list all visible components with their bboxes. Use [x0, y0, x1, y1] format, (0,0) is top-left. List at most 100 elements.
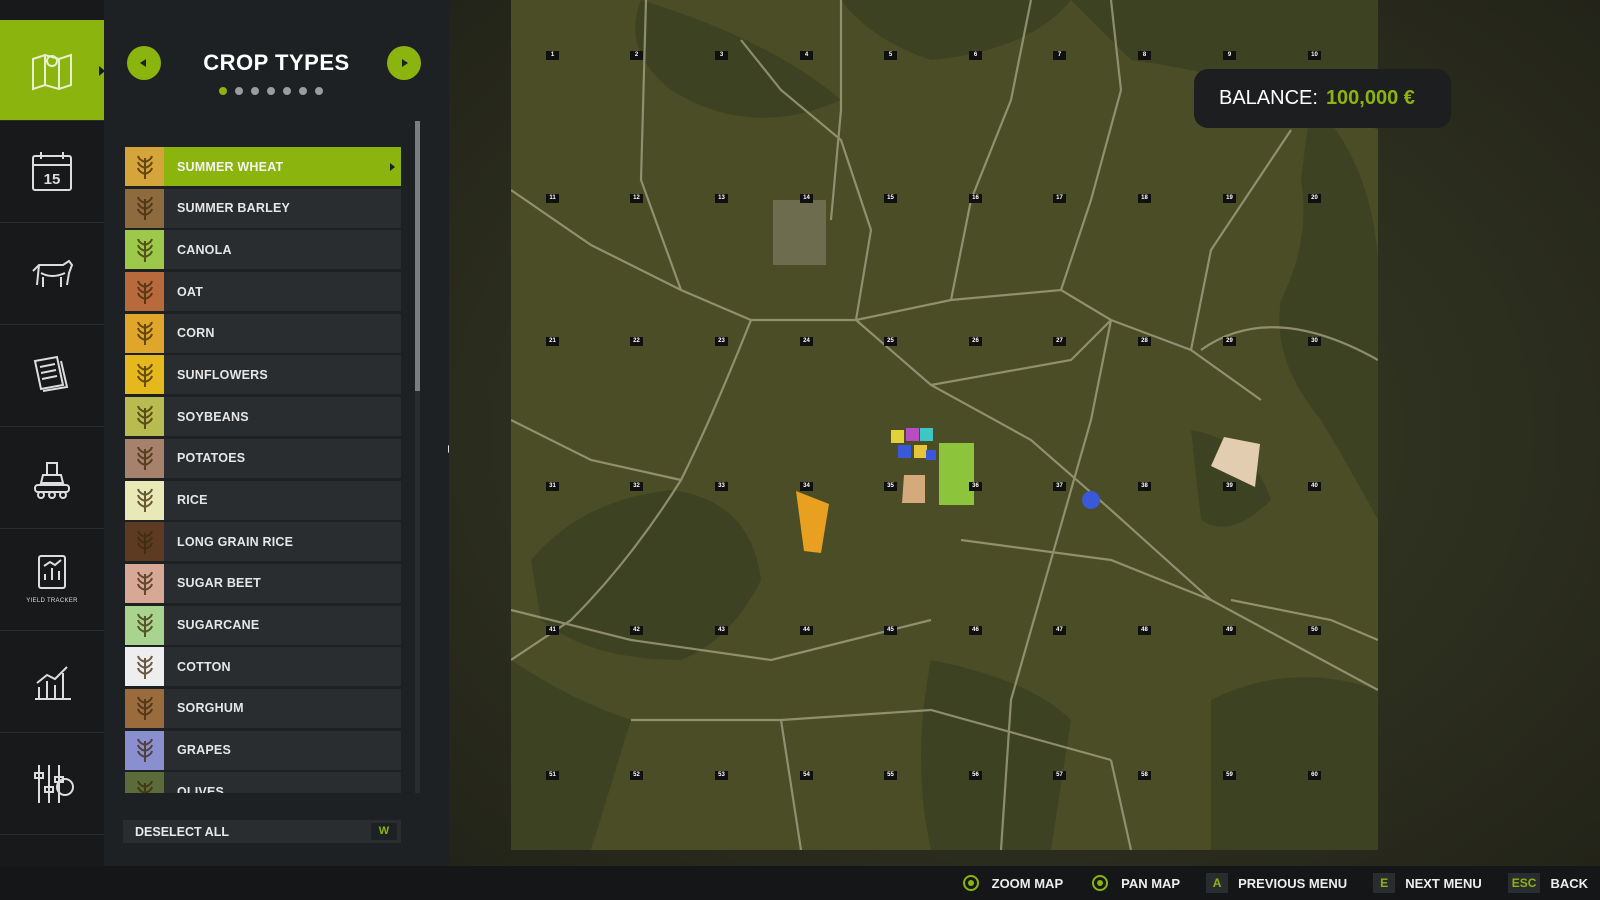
field-tan[interactable] [902, 475, 925, 503]
crop-row-soybeans[interactable]: SOYBEANS [125, 397, 401, 437]
map-grid-label: 32 [630, 482, 643, 491]
map-grid-label: 22 [630, 337, 643, 346]
crop-row-potatoes[interactable]: POTATOES [125, 438, 401, 478]
map-grid-label: 48 [1138, 626, 1151, 635]
map-grid-label: 12 [630, 194, 643, 203]
page-dot[interactable] [299, 87, 307, 95]
page-dot[interactable] [267, 87, 275, 95]
crop-row-olives[interactable]: OLIVES [125, 772, 401, 793]
building-marker[interactable] [914, 445, 927, 458]
map-grid-label: 57 [1053, 771, 1066, 780]
building-marker[interactable] [906, 428, 919, 441]
stick-icon [1092, 875, 1109, 891]
map-grid-label: 15 [884, 194, 897, 203]
map-grid-label: 34 [800, 482, 813, 491]
crop-label: SUNFLOWERS [177, 367, 268, 382]
crop-row-corn[interactable]: CORN [125, 313, 401, 353]
rail-yield-tracker-tab[interactable]: YIELD TRACKER [0, 530, 104, 631]
page-dot[interactable] [219, 87, 227, 95]
building-marker[interactable] [926, 450, 936, 460]
field-orange[interactable] [796, 491, 829, 553]
cotton-icon [125, 647, 164, 687]
building-marker[interactable] [891, 430, 904, 443]
hint-pan-map[interactable]: PAN MAP [1089, 873, 1180, 893]
crop-row-long-grain-rice[interactable]: LONG GRAIN RICE [125, 522, 401, 562]
map-grid-label: 7 [1053, 51, 1066, 60]
hint-previous-menu[interactable]: A PREVIOUS MENU [1206, 873, 1347, 893]
crop-label: SUMMER WHEAT [177, 159, 284, 174]
sorghum-icon [125, 688, 164, 728]
crop-label: SUGAR BEET [177, 576, 261, 591]
rail-animals-tab[interactable] [0, 224, 104, 325]
scrollbar-thumb[interactable] [415, 121, 420, 391]
crop-row-cotton[interactable]: COTTON [125, 647, 401, 687]
map-grid-label: 27 [1053, 337, 1066, 346]
settings-icon [34, 765, 74, 803]
previous-page-button[interactable] [127, 46, 161, 80]
crop-row-grapes[interactable]: GRAPES [125, 730, 401, 770]
crop-row-rice[interactable]: RICE [125, 480, 401, 520]
hint-back[interactable]: ESC BACK [1507, 873, 1588, 893]
crop-label: COTTON [177, 659, 231, 674]
crop-row-summer-barley[interactable]: SUMMER BARLEY [125, 188, 401, 228]
map-grid-label: 8 [1138, 51, 1151, 60]
field-green[interactable] [939, 443, 974, 505]
map-grid-label: 51 [546, 771, 559, 780]
map-grid-label: 41 [546, 626, 559, 635]
page-dot[interactable] [315, 87, 323, 95]
rail-production-tab[interactable] [0, 428, 104, 529]
rail-settings-tab[interactable] [0, 734, 104, 835]
crop-types-panel: CROP TYPES SUMMER WHEAT SUMMER BARLEY CANO… [104, 0, 449, 866]
crop-row-sugarcane[interactable]: SUGARCANE [125, 605, 401, 645]
map-grid-label: 50 [1308, 626, 1321, 635]
stick-icon [962, 875, 979, 891]
vehicle-marker[interactable] [1082, 491, 1100, 509]
map-grid-label: 11 [546, 194, 559, 203]
page-dot[interactable] [251, 87, 259, 95]
control-hints-bar: ZOOM MAP PAN MAP A PREVIOUS MENU E NEXT MENU E… [0, 866, 1600, 900]
soybean-icon [125, 397, 164, 437]
map-grid-label: 2 [630, 51, 643, 60]
crop-row-canola[interactable]: CANOLA [125, 230, 401, 270]
deselect-all-button[interactable]: DESELECT ALL W [123, 820, 401, 843]
deselect-all-label: DESELECT ALL [135, 824, 229, 839]
yield-tracker-caption: YIELD TRACKER [26, 598, 78, 604]
map-grid-label: 14 [800, 194, 813, 203]
hint-zoom-map[interactable]: ZOOM MAP [960, 873, 1063, 893]
barley-icon [125, 188, 164, 228]
sunflower-icon [125, 355, 164, 395]
map-grid-label: 54 [800, 771, 813, 780]
map-grid-label: 55 [884, 771, 897, 780]
calendar-icon: 15 [32, 152, 72, 191]
rice-icon [125, 480, 164, 520]
building-marker[interactable] [920, 428, 933, 441]
hint-next-menu[interactable]: E NEXT MENU [1373, 873, 1482, 893]
rail-map-tab[interactable] [0, 20, 105, 121]
crop-row-oat[interactable]: OAT [125, 272, 401, 312]
map-grid-label: 44 [800, 626, 813, 635]
map-grid-label: 47 [1053, 626, 1066, 635]
sugar-beet-icon [125, 563, 164, 603]
map-grid-label: 33 [715, 482, 728, 491]
map-grid-label: 58 [1138, 771, 1151, 780]
page-indicator [219, 87, 323, 95]
crop-row-sunflowers[interactable]: SUNFLOWERS [125, 355, 401, 395]
map-grid-label: 56 [969, 771, 982, 780]
page-dot[interactable] [235, 87, 243, 95]
page-dot[interactable] [283, 87, 291, 95]
building-marker[interactable] [898, 445, 911, 458]
field-gray[interactable] [773, 200, 826, 265]
wheat-icon [125, 147, 164, 186]
crop-list-scrollbar[interactable] [415, 121, 420, 793]
rail-contracts-tab[interactable] [0, 326, 104, 427]
crop-row-sorghum[interactable]: SORGHUM [125, 688, 401, 728]
crop-row-summer-wheat[interactable]: SUMMER WHEAT [125, 147, 401, 186]
next-page-button[interactable] [387, 46, 421, 80]
rail-calendar-tab[interactable]: 15 [0, 122, 104, 223]
crop-row-sugar-beet[interactable]: SUGAR BEET [125, 563, 401, 603]
map-grid-label: 49 [1223, 626, 1236, 635]
map-grid-label: 59 [1223, 771, 1236, 780]
rail-statistics-tab[interactable] [0, 632, 104, 733]
map-grid-label: 35 [884, 482, 897, 491]
sugarcane-icon [125, 605, 164, 645]
